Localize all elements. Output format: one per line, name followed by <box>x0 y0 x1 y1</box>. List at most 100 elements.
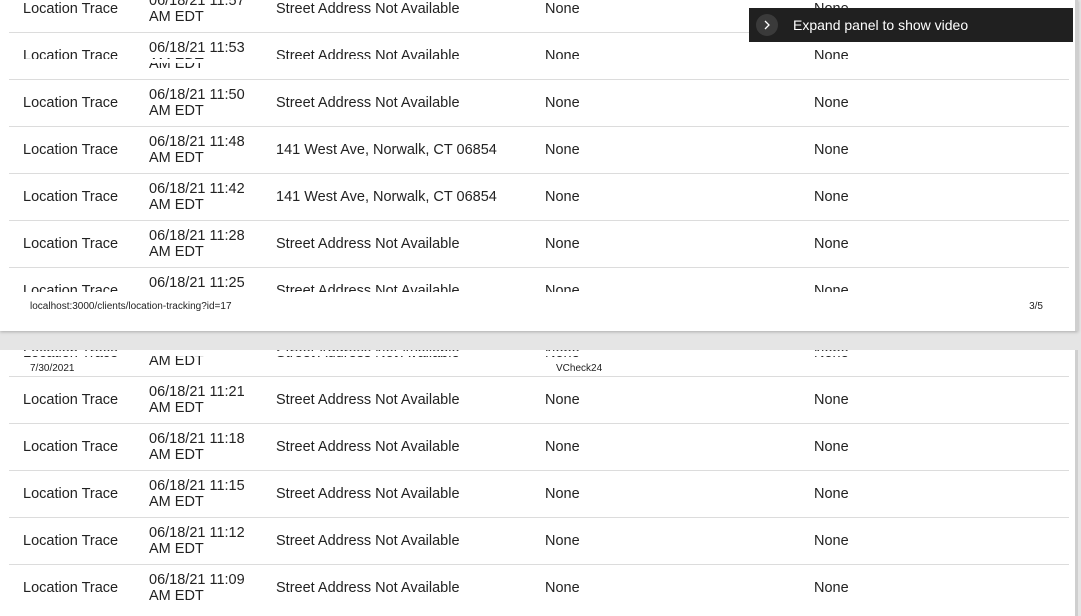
event-type-cell: Location Trace <box>23 392 119 408</box>
timestamp-cell: 06/18/21 11:53 AM EDT <box>149 33 245 79</box>
page-footer-url: localhost:3000/clients/location-tracking… <box>30 301 232 312</box>
timestamp-zone: AM EDT <box>149 150 204 166</box>
timestamp-zone: AM EDT <box>149 447 204 463</box>
timestamp-zone: AM EDT <box>149 588 204 604</box>
notes-cell: None <box>814 486 849 502</box>
event-type-cell: Location Trace <box>23 580 119 596</box>
address-cell: Street Address Not Available <box>276 392 460 408</box>
timestamp-cell: 06/18/21 11:57 AM EDT <box>149 0 245 32</box>
event-type-cell: Location Trace <box>23 189 119 205</box>
timestamp-cell: 06/18/21 11:50 AM EDT <box>149 80 245 126</box>
address-cell: Street Address Not Available <box>276 283 460 292</box>
pdf-page-3: Location Trace 06/18/21 11:57 AM EDT Street… <box>0 0 1078 331</box>
status-cell: None <box>545 486 580 502</box>
timestamp-date: 06/18/21 11:57 <box>149 0 245 9</box>
address-cell: Street Address Not Available <box>276 95 460 111</box>
timestamp-date: 06/18/21 11:42 <box>149 181 245 197</box>
status-cell: None <box>545 95 580 111</box>
address-cell: Street Address Not Available <box>276 48 460 64</box>
table-row: Location Trace 06/18/21 11:18 AM EDT Street… <box>9 423 1069 470</box>
timestamp-zone: AM EDT <box>149 244 204 260</box>
location-table-bottom: Location Trace06/18/21 11:23AM EDTStreet… <box>9 350 1069 611</box>
status-cell: None <box>545 439 580 455</box>
timestamp-cell: 06/18/21 11:18 AM EDT <box>149 424 245 470</box>
timestamp-date: 06/18/21 11:18 <box>149 431 245 447</box>
chevron-right-icon[interactable] <box>756 14 778 36</box>
address-cell: 141 West Ave, Norwalk, CT 06854 <box>276 142 497 158</box>
timestamp-cell: 06/18/21 11:12 AM EDT <box>149 518 245 564</box>
status-cell: None <box>545 283 580 292</box>
event-type-cell: Location Trace <box>23 1 119 17</box>
status-cell: None <box>545 48 580 64</box>
timestamp-date: 06/18/21 11:48 <box>149 134 245 150</box>
expand-video-panel-label: Expand panel to show video <box>793 17 969 33</box>
notes-cell: None <box>814 283 849 292</box>
address-cell: 141 West Ave, Norwalk, CT 06854 <box>276 189 497 205</box>
timestamp-zone: AM EDT <box>149 291 245 292</box>
pdf-page-4: Location Trace06/18/21 11:23AM EDTStreet… <box>0 350 1078 616</box>
timestamp-zone: AM EDT <box>149 197 204 213</box>
notes-cell: None <box>814 392 849 408</box>
table-row: Location Trace 06/18/21 11:48 AM EDT 141 We… <box>9 126 1069 173</box>
timestamp-cell: 06/18/21 11:48 AM EDT <box>149 127 245 173</box>
notes-cell: None <box>814 580 849 596</box>
timestamp-zone: AM EDT <box>149 400 204 416</box>
timestamp-zone: AM EDT <box>149 541 204 557</box>
table-row: Location Trace 06/18/21 11:28 AM EDT Street… <box>9 220 1069 267</box>
timestamp-cell: 06/18/21 11:15 AM EDT <box>149 471 245 517</box>
address-cell: Street Address Not Available <box>276 1 460 17</box>
timestamp-date: 06/18/21 11:50 <box>149 87 245 103</box>
expand-video-panel-toast[interactable]: Expand panel to show video <box>749 8 1073 42</box>
table-row: Location Trace 06/18/21 11:15 AM EDT Street… <box>9 470 1069 517</box>
status-cell: None <box>545 580 580 596</box>
timestamp-date: 06/18/21 11:25 <box>149 275 245 291</box>
table-row: Location Trace 06/18/21 11:12 AM EDT Street… <box>9 517 1069 564</box>
timestamp-cell: 06/18/21 11:21 AM EDT <box>149 377 245 423</box>
timestamp-date: 06/18/21 11:15 <box>149 478 245 494</box>
notes-cell: None <box>814 142 849 158</box>
timestamp-date: 06/18/21 11:09 <box>149 572 245 588</box>
event-type-cell: Location Trace <box>23 283 119 292</box>
event-type-cell: Location Trace <box>23 533 119 549</box>
status-cell: None <box>545 236 580 252</box>
notes-cell: None <box>814 189 849 205</box>
event-type-cell: Location Trace <box>23 48 119 64</box>
table-row: Location Trace 06/18/21 11:42 AM EDT 141 We… <box>9 173 1069 220</box>
timestamp-cell: 06/18/21 11:09 AM EDT <box>149 565 245 611</box>
address-cell: Street Address Not Available <box>276 439 460 455</box>
timestamp-date: 06/18/21 11:53 <box>149 40 245 56</box>
timestamp-cell: 06/18/21 11:28 AM EDT <box>149 221 245 267</box>
address-cell: Street Address Not Available <box>276 580 460 596</box>
notes-cell: None <box>814 95 849 111</box>
address-cell: Street Address Not Available <box>276 533 460 549</box>
page-footer-number: 3/5 <box>1029 301 1043 312</box>
timestamp-zone: AM EDT <box>149 494 204 510</box>
address-cell: Street Address Not Available <box>276 236 460 252</box>
event-type-cell: Location Trace <box>23 236 119 252</box>
row-clip-mask <box>9 351 1069 356</box>
table-row: Location Trace 06/18/21 11:25AM EDT Street… <box>9 267 1069 292</box>
scrollbar[interactable] <box>1075 0 1078 331</box>
status-cell: None <box>545 142 580 158</box>
notes-cell: None <box>814 533 849 549</box>
status-cell: None <box>545 392 580 408</box>
page-header-title: VCheck24 <box>556 363 603 374</box>
event-type-cell: Location Trace <box>23 486 119 502</box>
table-row: Location Trace 06/18/21 11:21 AM EDT Street… <box>9 376 1069 423</box>
timestamp-zone: AM EDT <box>149 9 204 25</box>
notes-cell: None <box>814 236 849 252</box>
status-cell: None <box>545 1 580 17</box>
timestamp-zone: AM EDT <box>149 103 204 119</box>
timestamp-date: 06/18/21 11:28 <box>149 228 245 244</box>
notes-cell: None <box>814 439 849 455</box>
table-row: Location Trace 06/18/21 11:50 AM EDT Street… <box>9 79 1069 126</box>
location-table-top: Location Trace 06/18/21 11:57 AM EDT Street… <box>9 0 1069 292</box>
scrollbar[interactable] <box>1075 350 1078 616</box>
table-row: Location Trace 06/18/21 11:09 AM EDT Street… <box>9 564 1069 611</box>
address-cell: Street Address Not Available <box>276 486 460 502</box>
row-clip-mask <box>9 59 1069 63</box>
page-header-date: 7/30/2021 <box>30 363 75 374</box>
event-type-cell: Location Trace <box>23 439 119 455</box>
timestamp-date: 06/18/21 11:12 <box>149 525 245 541</box>
event-type-cell: Location Trace <box>23 95 119 111</box>
